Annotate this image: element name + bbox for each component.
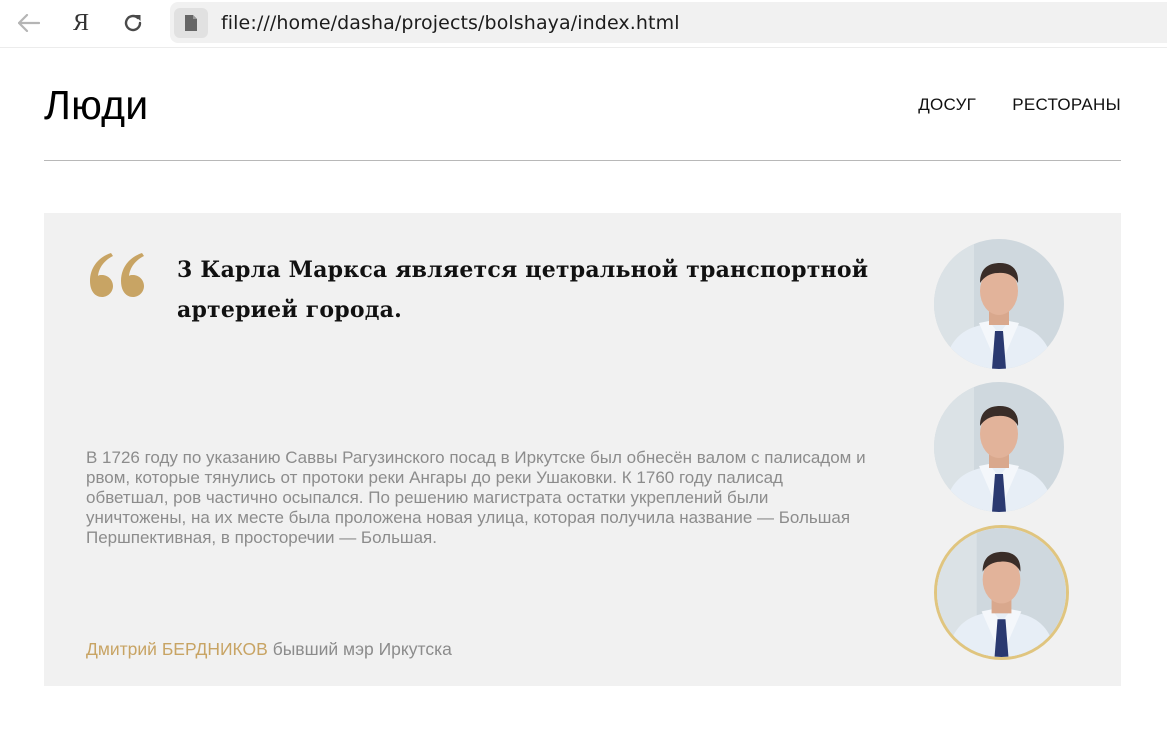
page-title: Люди: [44, 82, 149, 128]
back-arrow-icon[interactable]: [14, 8, 44, 38]
author-role: бывший мэр Иркутска: [272, 639, 452, 659]
address-text: file:///home/dasha/projects/bolshaya/ind…: [221, 11, 680, 34]
main-nav: ДОСУГ РЕСТОРАНЫ: [918, 95, 1121, 115]
nav-link-restaurants[interactable]: РЕСТОРАНЫ: [1012, 95, 1121, 115]
quote-mark-icon: [90, 253, 144, 297]
avatar-portrait-1[interactable]: [934, 239, 1064, 369]
address-bar[interactable]: file:///home/dasha/projects/bolshaya/ind…: [170, 2, 1167, 43]
quote-author: Дмитрий БЕРДНИКОВ бывший мэр Иркутска: [86, 639, 452, 660]
quote-body: В 1726 году по указанию Саввы Рагузинско…: [86, 448, 866, 547]
yandex-button[interactable]: Я: [66, 8, 96, 38]
quote-card: 3 Карла Маркса является цетральной транс…: [44, 213, 1121, 686]
quote-title: 3 Карла Маркса является цетральной транс…: [177, 257, 869, 323]
author-name[interactable]: Дмитрий БЕРДНИКОВ: [86, 639, 268, 659]
browser-toolbar: Я file:///home/dasha/projects/bolshaya/i…: [0, 0, 1167, 48]
nav-link-leisure[interactable]: ДОСУГ: [918, 95, 976, 115]
avatar-portrait-3-active[interactable]: [934, 525, 1069, 660]
file-icon: [174, 7, 208, 38]
header-divider: [44, 160, 1121, 161]
reload-icon[interactable]: [118, 8, 148, 38]
avatar-portrait-2[interactable]: [934, 382, 1064, 512]
